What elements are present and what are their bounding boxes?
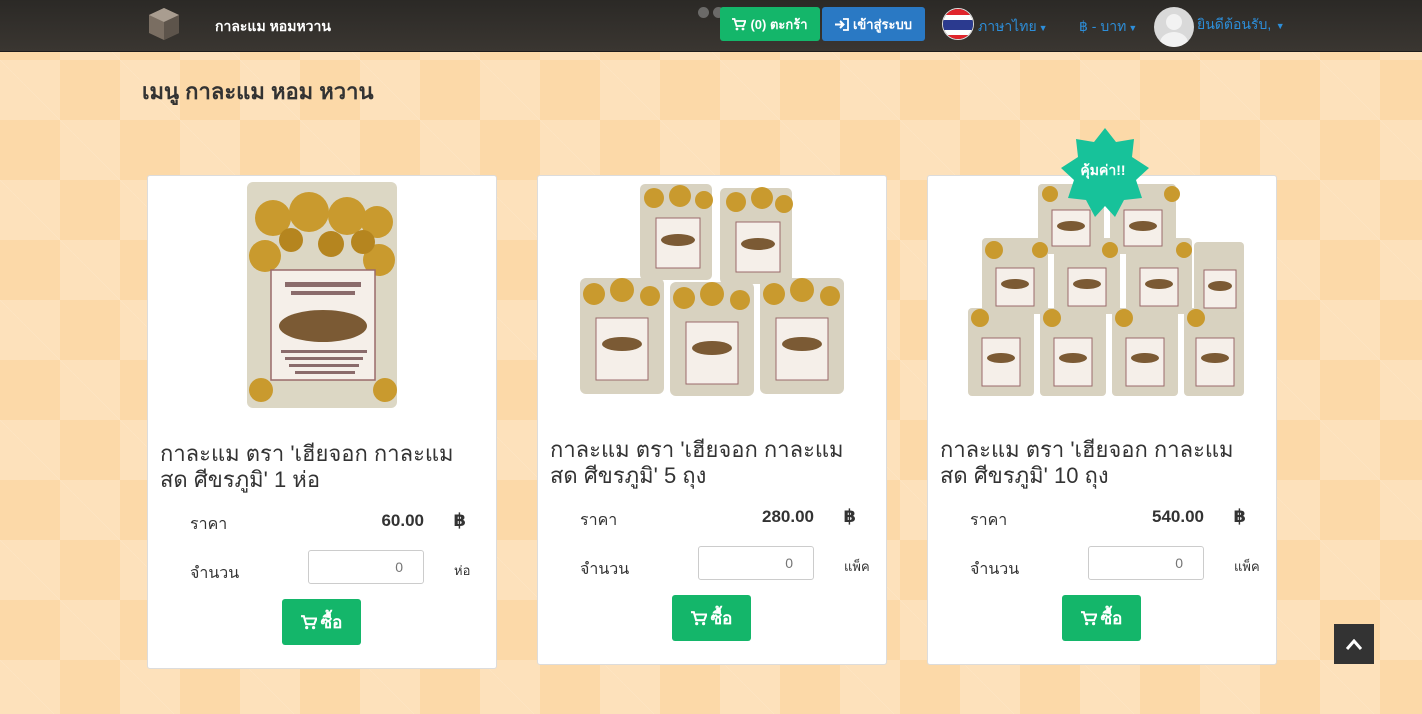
buy-button[interactable]: ซื้อ [1062, 595, 1141, 641]
navbar: กาละแม หอมหวาน (0) ตะกร้า เข้าสู่ระบบ ภา… [0, 0, 1422, 52]
currency-symbol: ฿ [453, 510, 466, 530]
price-value: 540.00 [1152, 507, 1204, 526]
currency-dropdown[interactable]: ฿ - บาท ▼ [1079, 16, 1137, 38]
quantity-label: จำนวน [970, 561, 1020, 578]
cart-icon [690, 610, 707, 625]
product-name[interactable]: กาละแม ตรา 'เฮียจอก กาละแมสด ศีขรภูมิ' 5… [550, 437, 870, 489]
cart-button[interactable]: (0) ตะกร้า [720, 7, 820, 41]
currency-symbol: ฿ [843, 506, 856, 526]
buy-button[interactable]: ซื้อ [282, 599, 361, 645]
buy-label: ซื้อ [320, 612, 343, 632]
cart-label: (0) ตะกร้า [750, 16, 808, 32]
user-dropdown[interactable]: ยินดีต้อนรับ, ▼ [1197, 14, 1285, 36]
product-card: กาละแม ตรา 'เฮียจอก กาละแมสด ศีขรภูมิ' 5… [537, 175, 887, 665]
unit-label: แพ็ค [844, 559, 870, 574]
value-badge-label: คุ้มค่า!! [1080, 162, 1126, 178]
unit-label: แพ็ค [1234, 559, 1260, 574]
chevron-down-icon: ▼ [1128, 23, 1138, 33]
chevron-down-icon: ▼ [1038, 23, 1048, 33]
language-dropdown[interactable]: ภาษาไทย ▼ [978, 16, 1048, 38]
buy-label: ซื้อ [710, 608, 733, 628]
page-title: เมนู กาละแม หอม หวาน [142, 79, 374, 104]
cart-icon [300, 614, 317, 629]
login-button[interactable]: เข้าสู่ระบบ [822, 7, 925, 41]
quantity-input[interactable] [308, 550, 424, 584]
price-label: ราคา [970, 512, 1008, 529]
quantity-label: จำนวน [580, 561, 630, 578]
brand-name[interactable]: กาละแม หอมหวาน [215, 16, 331, 38]
product-card: กาละแม ตรา 'เฮียจอก กาละแมสด ศีขรภูมิ' 1… [927, 175, 1277, 665]
quantity-input[interactable] [698, 546, 814, 580]
price-value: 60.00 [381, 511, 424, 530]
cart-icon [1080, 610, 1097, 625]
scroll-to-top-button[interactable] [1334, 624, 1374, 664]
product-name[interactable]: กาละแม ตรา 'เฮียจอก กาละแมสด ศีขรภูมิ' 1… [160, 441, 480, 493]
login-icon [834, 17, 849, 31]
cart-icon [732, 17, 747, 30]
currency-symbol: ฿ [1233, 506, 1246, 526]
product-image[interactable] [538, 178, 886, 410]
quantity-label: จำนวน [190, 565, 240, 582]
product-name[interactable]: กาละแม ตรา 'เฮียจอก กาละแมสด ศีขรภูมิ' 1… [940, 437, 1260, 489]
logo-icon[interactable] [146, 6, 182, 44]
arrow-up-icon [1346, 638, 1362, 650]
thai-flag-icon[interactable] [942, 8, 974, 40]
price-label: ราคา [190, 516, 228, 533]
quantity-input[interactable] [1088, 546, 1204, 580]
price-label: ราคา [580, 512, 618, 529]
unit-label: ห่อ [454, 563, 471, 578]
product-image[interactable] [148, 178, 496, 410]
login-label: เข้าสู่ระบบ [852, 16, 913, 32]
buy-label: ซื้อ [1100, 608, 1123, 628]
price-value: 280.00 [762, 507, 814, 526]
product-card: กาละแม ตรา 'เฮียจอก กาละแมสด ศีขรภูมิ' 1… [147, 175, 497, 669]
buy-button[interactable]: ซื้อ [672, 595, 751, 641]
chevron-down-icon: ▼ [1273, 21, 1285, 31]
avatar-icon[interactable] [1154, 7, 1194, 47]
